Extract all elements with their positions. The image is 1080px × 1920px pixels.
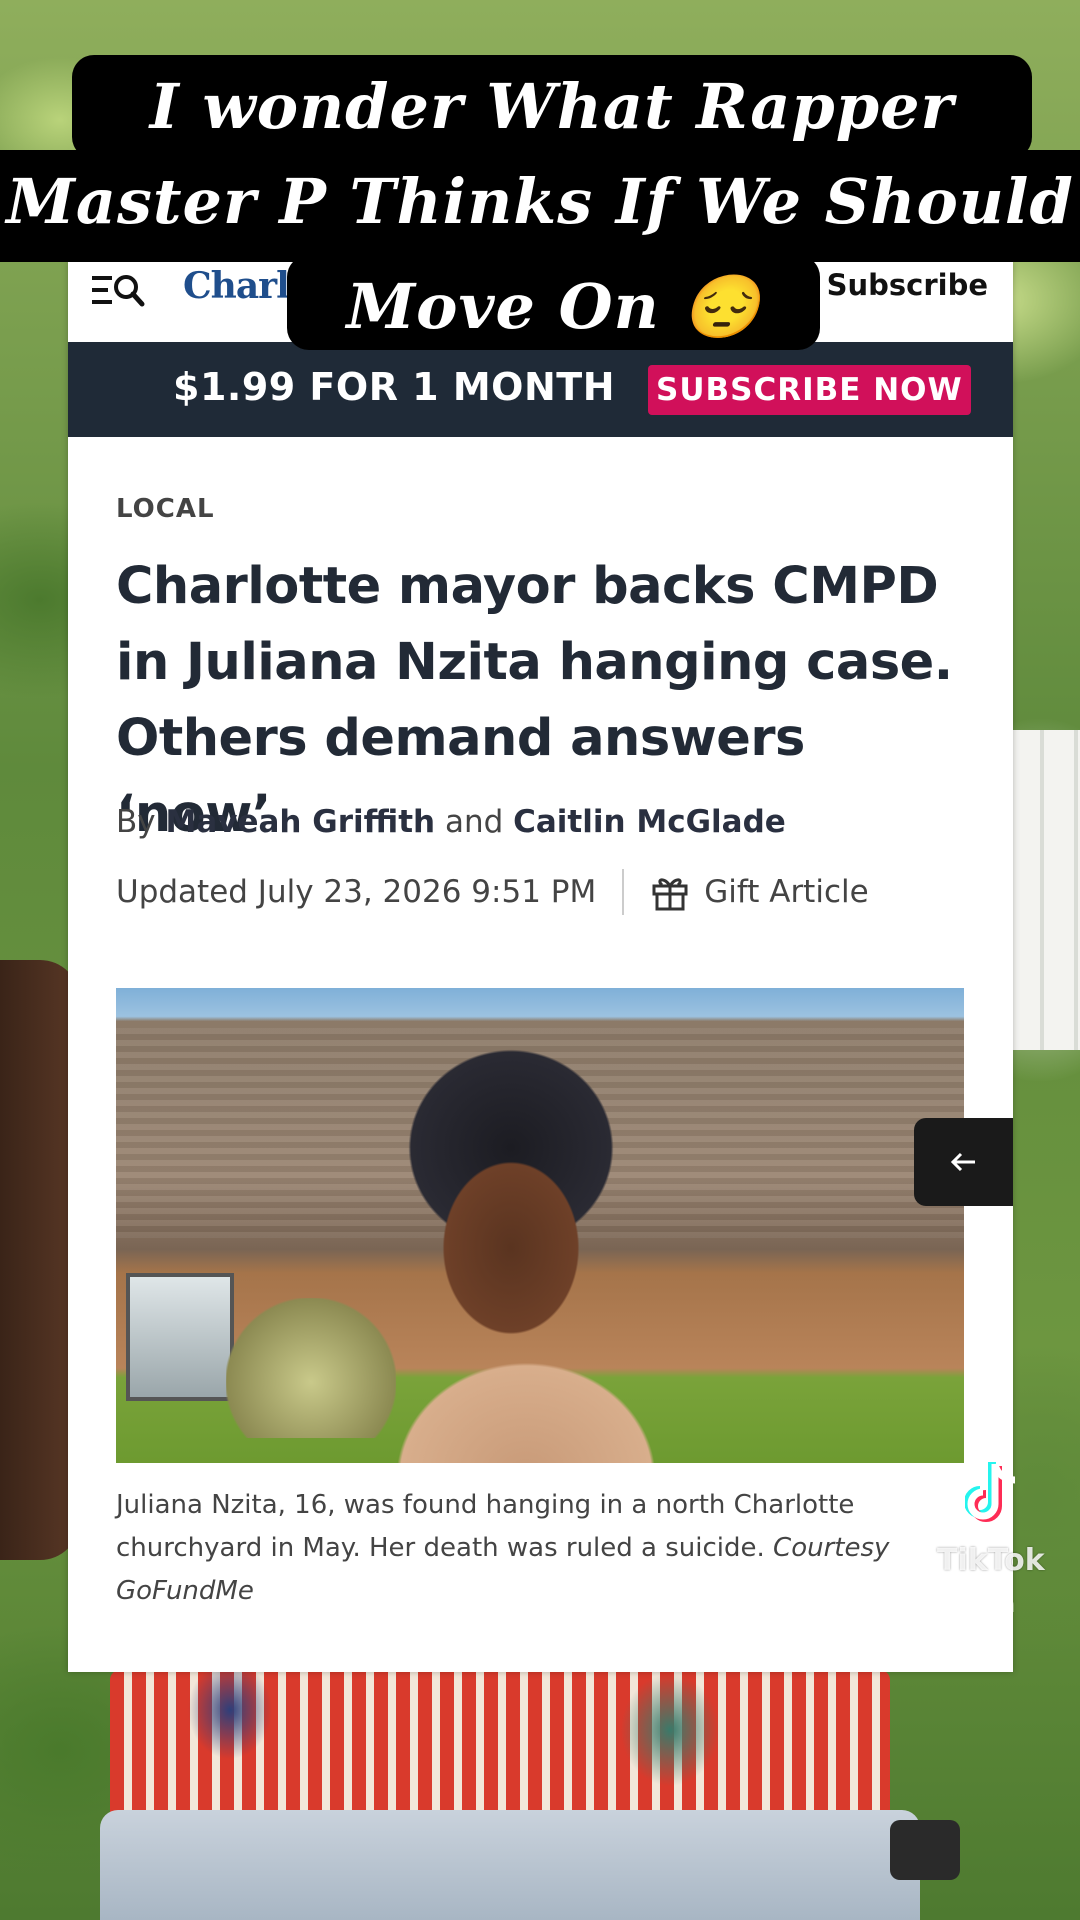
article-photo[interactable] — [116, 988, 964, 1463]
byline-prefix: By — [116, 804, 156, 840]
tiktok-watermark: TikTok — [937, 1543, 1045, 1578]
overlay-caption-text: Master P Thinks If We Should — [6, 165, 1074, 238]
caption-text: Juliana Nzita, 16, was found hanging in … — [116, 1490, 855, 1563]
person-jeans — [100, 1810, 920, 1920]
author-link[interactable]: Maveah Griffith — [165, 804, 435, 840]
overlay-caption-text: Move On 😔 — [346, 270, 761, 343]
tiktok-logo-icon — [965, 1462, 1016, 1522]
white-fence — [1010, 730, 1080, 1050]
article-screenshot-card: Charlotte Subscribe $1.99 FOR 1 MONTH SU… — [68, 262, 1013, 1672]
arrow-left-icon — [950, 1152, 975, 1172]
overlay-caption-line: Master P Thinks If We Should — [0, 150, 1080, 262]
gift-article-button[interactable]: Gift Article — [704, 874, 868, 910]
tiktok-handle: @ blackincarolina — [812, 1592, 1016, 1618]
overlay-caption-line: Move On 😔 — [287, 255, 820, 350]
updated-timestamp: Updated July 23, 2026 9:51 PM — [116, 874, 597, 910]
photo-window — [126, 1273, 234, 1401]
article-meta-row: Updated July 23, 2026 9:51 PM Gift Artic… — [116, 867, 869, 917]
author-link[interactable]: Caitlin McGlade — [513, 804, 786, 840]
overlay-caption-text: I wonder What Rapper — [149, 70, 955, 143]
meta-divider — [622, 869, 625, 915]
wrist-watch — [890, 1820, 960, 1880]
byline: By Maveah Griffith and Caitlin McGlade — [116, 804, 786, 840]
photo-subject-body — [346, 1318, 706, 1463]
overlay-caption-line: I wonder What Rapper — [72, 55, 1032, 159]
subscribe-now-button[interactable]: SUBSCRIBE NOW — [648, 365, 971, 415]
byline-and: and — [444, 804, 504, 840]
section-label[interactable]: LOCAL — [116, 494, 215, 524]
back-arrow-button[interactable] — [914, 1118, 1013, 1206]
gift-icon[interactable] — [650, 872, 690, 912]
promo-price-text: $1.99 FOR 1 MONTH — [173, 365, 615, 409]
overlay-caption: I wonder What Rapper Master P Thinks If … — [0, 0, 1080, 360]
